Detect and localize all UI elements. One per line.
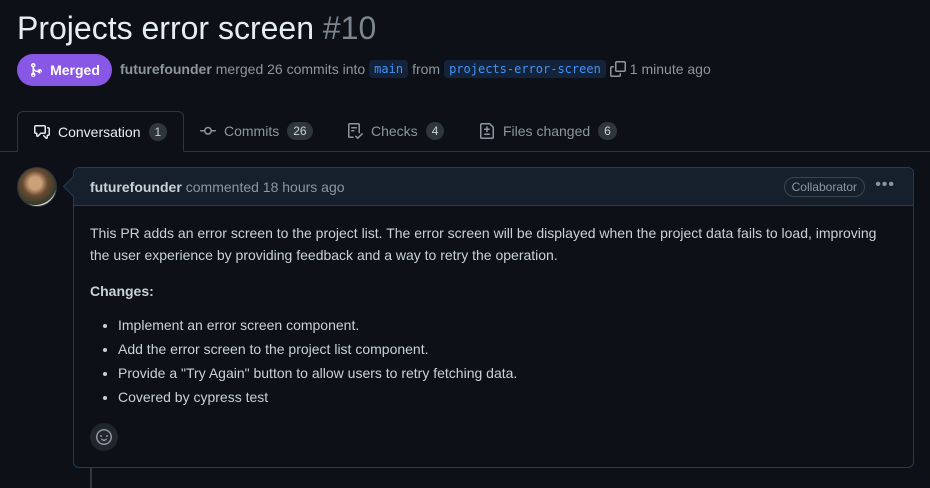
pr-time[interactable]: 1 minute ago <box>630 61 711 77</box>
tab-files-changed-label: Files changed <box>503 123 591 139</box>
comment-author-link[interactable]: futurefounder <box>90 179 182 195</box>
comment-body: This PR adds an error screen to the proj… <box>74 206 913 426</box>
head-branch-link[interactable]: projects-error-screen <box>444 60 606 78</box>
merged-text: merged 26 commits into <box>215 61 366 77</box>
comment-header: futurefounder commented 18 hours ago Col… <box>74 168 913 206</box>
tab-commits[interactable]: Commits 26 <box>184 111 329 151</box>
file-diff-icon <box>480 123 494 139</box>
merged-state-badge: Merged <box>17 54 112 86</box>
pr-title-text: Projects error screen <box>17 10 314 46</box>
comment-timestamp[interactable]: commented 18 hours ago <box>186 179 345 195</box>
changes-heading: Changes: <box>90 283 154 299</box>
tab-conversation[interactable]: Conversation 1 <box>17 111 185 152</box>
list-item: Covered by cypress test <box>118 386 897 408</box>
list-item: Add the error screen to the project list… <box>118 338 897 360</box>
collaborator-badge: Collaborator <box>783 177 865 197</box>
tab-conversation-label: Conversation <box>58 123 141 140</box>
tab-checks-label: Checks <box>371 123 418 139</box>
tab-files-changed[interactable]: Files changed 6 <box>463 111 633 151</box>
copy-icon[interactable] <box>609 61 626 77</box>
pr-title: Projects error screen #10 <box>17 8 376 48</box>
base-branch-link[interactable]: main <box>369 60 409 78</box>
pr-tabs: Conversation 1 Commits 26 Checks 4 Files… <box>0 111 930 152</box>
list-item: Provide a "Try Again" button to allow us… <box>118 362 897 384</box>
tab-files-changed-count: 6 <box>598 122 617 140</box>
list-item: Implement an error screen component. <box>118 314 897 336</box>
pr-author-link[interactable]: futurefounder <box>120 61 212 77</box>
smiley-icon <box>96 429 112 445</box>
git-commit-icon <box>200 126 216 135</box>
tab-checks-count: 4 <box>425 122 445 140</box>
comment-box: futurefounder commented 18 hours ago Col… <box>73 167 914 468</box>
avatar[interactable] <box>17 167 57 207</box>
timeline-line <box>90 468 92 488</box>
kebab-horizontal-icon[interactable]: ••• <box>875 176 895 194</box>
pr-meta: futurefounder merged 26 commits into mai… <box>120 60 711 78</box>
changes-list: Implement an error screen component. Add… <box>90 314 897 408</box>
pr-number: #10 <box>322 10 377 46</box>
tab-conversation-count: 1 <box>148 122 168 141</box>
tab-checks[interactable]: Checks 4 <box>331 111 460 151</box>
comment-intro: This PR adds an error screen to the proj… <box>90 225 877 263</box>
git-merge-icon <box>31 63 43 77</box>
add-reaction-button[interactable] <box>90 423 118 451</box>
tab-commits-count: 26 <box>287 122 313 140</box>
comment-discussion-icon <box>34 124 50 139</box>
merged-state-label: Merged <box>50 62 100 78</box>
checklist-icon <box>348 123 363 139</box>
from-text: from <box>412 61 441 77</box>
tab-commits-label: Commits <box>224 123 280 139</box>
